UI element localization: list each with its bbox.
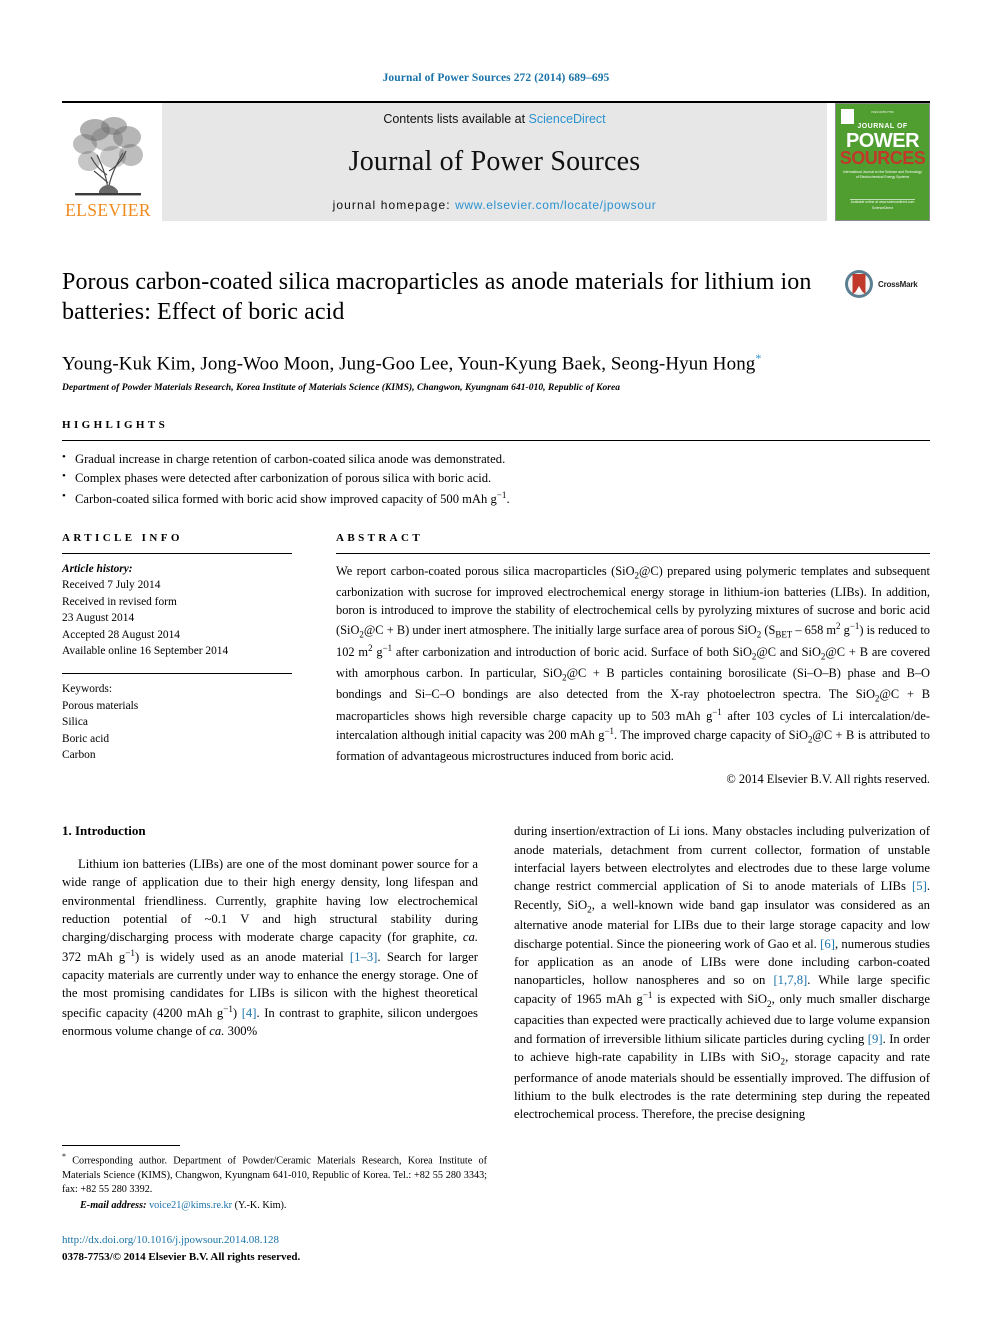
corresponding-author-marker: * (755, 350, 762, 365)
title-block: Porous carbon-coated silica macroparticl… (62, 267, 930, 393)
citation-link[interactable]: [6] (820, 937, 835, 951)
affiliation: Department of Powder Materials Research,… (62, 383, 621, 394)
elsevier-logo: ELSEVIER (62, 103, 154, 221)
list-item: Complex phases were detected after carbo… (62, 468, 930, 488)
contents-line: Contents lists available at ScienceDirec… (383, 112, 605, 126)
citation-link[interactable]: [1–3] (350, 950, 377, 964)
journal-cover-thumbnail: ISSN 0378-7753 JOURNAL OF POWER SOURCES … (835, 103, 930, 221)
citation-link[interactable]: [1,7,8] (773, 973, 807, 987)
crossmark-icon (845, 270, 873, 298)
list-item: Carbon-coated silica formed with boric a… (62, 488, 930, 509)
info-abstract-row: ARTICLE INFO Article history: Received 7… (62, 532, 930, 789)
footnote-rule (62, 1144, 180, 1146)
abstract-body: We report carbon-coated porous silica ma… (336, 554, 930, 789)
keyword-item: Silica (62, 716, 88, 729)
body-column-left: 1. Introduction Lithium ion batteries (L… (62, 822, 478, 1123)
keyword-item: Carbon (62, 749, 96, 762)
intro-paragraph-left: Lithium ion batteries (LIBs) are one of … (62, 857, 478, 1039)
keywords-block: Keywords: Porous materials Silica Boric … (62, 674, 292, 763)
body-column-right: during insertion/extraction of Li ions. … (514, 822, 930, 1123)
abstract-copyright: © 2014 Elsevier B.V. All rights reserved… (726, 771, 930, 786)
history-line: Received 7 July 2014 (62, 579, 161, 592)
running-head: Journal of Power Sources 272 (2014) 689–… (382, 72, 610, 84)
keywords-label: Keywords: (62, 683, 112, 696)
introduction-section: 1. Introduction Lithium ion batteries (L… (62, 822, 930, 1123)
crossmark-label: CrossMark (878, 279, 918, 289)
article-info-label: ARTICLE INFO (62, 531, 183, 544)
footnote-block: * Corresponding author. Department of Po… (62, 1144, 487, 1265)
history-line: Accepted 28 August 2014 (62, 628, 180, 641)
elsevier-tree-icon (73, 116, 143, 195)
authors-text: Young-Kuk Kim, Jong-Woo Moon, Jung-Goo L… (62, 353, 756, 375)
keyword-item: Boric acid (62, 732, 110, 745)
contents-prefix: Contents lists available at (383, 112, 529, 126)
history-line: 23 August 2014 (62, 612, 135, 625)
elsevier-wordmark: ELSEVIER (65, 199, 151, 220)
history-line: Received in revised form (62, 595, 177, 608)
highlights-label: HIGHLIGHTS (62, 419, 169, 432)
cover-line1: JOURNAL OF (857, 123, 908, 130)
email-note: E-mail address: voice21@kims.re.kr (Y.-K… (62, 1199, 487, 1213)
highlights-list: Gradual increase in charge retention of … (62, 441, 930, 509)
page-title: Porous carbon-coated silica macroparticl… (62, 269, 812, 326)
article-info-section: ARTICLE INFO Article history: Received 7… (62, 532, 292, 789)
abstract-label: ABSTRACT (336, 531, 424, 544)
homepage-prefix: journal homepage: (332, 198, 456, 212)
journal-title: Journal of Power Sources (348, 146, 641, 177)
homepage-line: journal homepage: www.elsevier.com/locat… (333, 198, 657, 212)
intro-paragraph-right: during insertion/extraction of Li ions. … (514, 824, 931, 1122)
article-page: Journal of Power Sources 272 (2014) 689–… (0, 0, 992, 1323)
citation-link[interactable]: [9] (868, 1032, 883, 1046)
sciencedirect-link[interactable]: ScienceDirect (529, 112, 606, 126)
email-label: E-mail address: (80, 1199, 147, 1211)
doi-block: http://dx.doi.org/10.1016/j.jpowsour.201… (62, 1232, 487, 1265)
cover-subtitle: International Journal on the Science and… (843, 170, 922, 180)
article-history-label: Article history: (62, 562, 133, 575)
issn-copyright: 0378-7753/© 2014 Elsevier B.V. All right… (62, 1250, 301, 1263)
author-list: Young-Kuk Kim, Jong-Woo Moon, Jung-Goo L… (62, 351, 844, 375)
doi-link[interactable]: http://dx.doi.org/10.1016/j.jpowsour.201… (62, 1232, 487, 1249)
email-owner: (Y.-K. Kim). (234, 1199, 287, 1211)
cover-footer: Available online at www.sciencedirect.co… (850, 200, 915, 210)
homepage-link[interactable]: www.elsevier.com/locate/jpowsour (455, 198, 656, 212)
corresponding-author-text: Corresponding author. Department of Powd… (62, 1155, 487, 1196)
section-heading-introduction: 1. Introduction (62, 823, 146, 839)
crossmark-badge[interactable]: CrossMark (844, 267, 930, 299)
corresponding-author-note: * Corresponding author. Department of Po… (62, 1151, 487, 1198)
cover-issn-line: ISSN 0378-7753 (871, 110, 894, 114)
sciencedirect-banner: Contents lists available at ScienceDirec… (162, 103, 827, 221)
cover-line3: SOURCES (839, 148, 926, 168)
list-item: Gradual increase in charge retention of … (62, 449, 930, 469)
citation-link[interactable]: [5] (912, 879, 927, 893)
article-history-block: Article history: Received 7 July 2014 Re… (62, 554, 292, 660)
highlights-section: HIGHLIGHTS Gradual increase in charge re… (62, 419, 930, 509)
abstract-section: ABSTRACT We report carbon-coated porous … (336, 532, 930, 789)
keyword-item: Porous materials (62, 699, 139, 712)
history-line: Available online 16 September 2014 (62, 644, 229, 657)
footnote-marker: * (62, 1151, 66, 1161)
journal-masthead: ELSEVIER Contents lists available at Sci… (62, 101, 930, 221)
email-link[interactable]: voice21@kims.re.kr (149, 1200, 232, 1211)
citation-link[interactable]: [4] (242, 1006, 257, 1020)
abstract-paragraph: We report carbon-coated porous silica ma… (336, 563, 931, 764)
